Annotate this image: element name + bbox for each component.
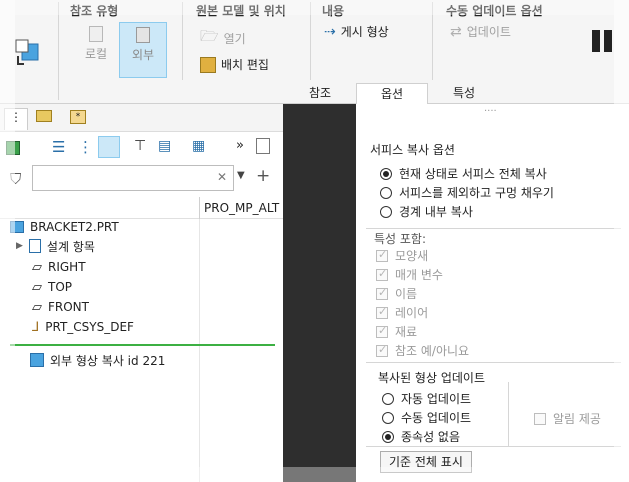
include-material[interactable]: 재료 [376, 323, 417, 340]
tree-filter-icon[interactable]: ⊤ [134, 138, 146, 154]
folder-browser-tab[interactable] [36, 110, 56, 126]
copy-geometry-icon[interactable] [12, 36, 44, 68]
checkbox[interactable] [376, 286, 388, 300]
local-label: 로컬 [84, 47, 108, 61]
pause-button[interactable] [592, 30, 614, 52]
place-edit-icon [200, 56, 216, 73]
include-parameters[interactable]: 매개 변수 [376, 266, 443, 283]
place-edit-label: 배치 편집 [221, 58, 269, 72]
tree-item-front[interactable]: ▱ FRONT [32, 297, 89, 317]
tree-toolbar: ☰ ⋮ ⊤ ▤ ▦ » [0, 134, 283, 162]
tab-properties[interactable]: 특성 [430, 83, 498, 104]
ribbon: 참조 유형 로컬 외부 원본 모델 및 위치 🗁 열기 배치 편집 내용 ⇢ 게… [0, 0, 629, 104]
tab-references[interactable]: 참조 [286, 83, 354, 104]
frame-overlay [614, 0, 629, 482]
tree-item-right[interactable]: ▱ RIGHT [32, 257, 86, 277]
tree-item-design-items[interactable]: ▶ 설계 항목 [16, 236, 95, 256]
local-icon [89, 26, 103, 42]
update-label: 업데이트 [466, 25, 511, 39]
include-layer[interactable]: 레이어 [376, 304, 428, 321]
star-folder-icon: * [70, 110, 86, 124]
filter-list-icon[interactable]: ⋮ [78, 138, 93, 156]
external-copy-geometry-icon [30, 353, 44, 367]
properties-icon[interactable]: ▦ [192, 138, 205, 154]
column-header-pro-mp-alt[interactable]: PRO_MP_ALT [204, 201, 279, 215]
tree-search-box[interactable]: ✕ [32, 165, 234, 191]
radio-button[interactable] [380, 205, 392, 218]
external-icon [136, 27, 150, 43]
frame-overlay [15, 0, 614, 15]
list-icon [28, 239, 41, 253]
place-edit-button[interactable]: 배치 편집 [200, 56, 269, 73]
external-label: 외부 [131, 48, 155, 62]
local-button[interactable]: 로컬 [74, 22, 118, 78]
folders-icon [36, 110, 52, 122]
copy-option-full[interactable]: 현재 상태로 서피스 전체 복사 [380, 165, 547, 182]
copy-options-title: 서피스 복사 옵션 [370, 143, 455, 157]
tab-options[interactable]: 옵션 [356, 83, 428, 104]
graphics-window-strip [283, 104, 356, 482]
options-panel: ···· 서피스 복사 옵션 현재 상태로 서피스 전체 복사 서피스를 제외하… [356, 104, 629, 482]
publish-geometry-icon: ⇢ [324, 23, 336, 40]
insert-here-line[interactable] [10, 344, 275, 346]
coordinate-system-icon: ⅃ [32, 319, 40, 335]
external-button[interactable]: 외부 [119, 22, 167, 78]
document-icon[interactable] [256, 138, 270, 154]
radio-button[interactable] [382, 392, 394, 405]
resize-handle[interactable]: ···· [484, 106, 497, 117]
tree-item-root[interactable]: BRACKET2.PRT [10, 217, 119, 237]
update-title: 복사된 형상 업데이트 [378, 371, 485, 385]
checkbox[interactable] [376, 248, 388, 262]
list-view-icon[interactable]: ☰ [52, 138, 65, 156]
datum-plane-icon: ▱ [32, 259, 42, 275]
copy-option-inside-boundary[interactable]: 경계 내부 복사 [380, 203, 473, 220]
checkbox[interactable] [376, 343, 388, 357]
include-name[interactable]: 이름 [376, 285, 417, 302]
update-button[interactable]: ⇄ 업데이트 [450, 23, 511, 40]
folder-open-icon: 🗁 [200, 27, 219, 45]
favorites-tab[interactable]: * [70, 110, 90, 126]
checkbox[interactable] [376, 267, 388, 281]
notify-checkbox[interactable]: 알림 제공 [534, 410, 601, 427]
tree-tabs-row: ⋮ * [0, 104, 283, 132]
copy-option-fill-holes[interactable]: 서피스를 제외하고 구멍 채우기 [380, 184, 554, 201]
checkbox[interactable] [534, 412, 546, 425]
tree-search-input[interactable] [37, 167, 212, 189]
include-title: 특성 포함: [374, 232, 427, 246]
radio-button[interactable] [382, 430, 394, 443]
update-option-manual[interactable]: 수동 업데이트 [382, 409, 471, 426]
publish-geometry-button[interactable]: ⇢ 게시 형상 [324, 23, 389, 40]
checkbox[interactable] [376, 324, 388, 338]
publish-geometry-label: 게시 형상 [340, 25, 389, 39]
radio-button[interactable] [380, 167, 392, 180]
open-label: 열기 [223, 32, 246, 46]
datum-plane-icon: ▱ [32, 299, 42, 315]
open-button[interactable]: 🗁 열기 [200, 26, 246, 51]
tree-item-csys[interactable]: ⅃ PRT_CSYS_DEF [32, 317, 134, 337]
frame-overlay [15, 467, 614, 482]
include-appearance[interactable]: 모양새 [376, 247, 428, 264]
update-option-auto[interactable]: 자동 업데이트 [382, 390, 471, 407]
datum-plane-icon: ▱ [32, 279, 42, 295]
columns-settings-icon[interactable]: ▤ [158, 138, 171, 154]
add-icon[interactable]: + [256, 166, 270, 186]
radio-button[interactable] [380, 186, 392, 199]
model-tree-pane: ⋮ * ☰ ⋮ ⊤ ▤ ▦ » ⛉ ✕ ▼ + PRO_MP_ALT BRACK… [0, 104, 283, 482]
checkbox[interactable] [376, 305, 388, 319]
frame-overlay [0, 0, 15, 482]
radio-button[interactable] [382, 411, 394, 424]
more-chevron-icon[interactable]: » [236, 138, 244, 153]
dropdown-arrow-icon[interactable]: ▼ [237, 170, 245, 181]
include-reference-yes-no[interactable]: 참조 예/아니요 [376, 342, 469, 359]
expand-arrow-icon[interactable]: ▶ [16, 241, 23, 251]
clear-icon[interactable]: ✕ [217, 170, 227, 184]
tree-item-external-copy[interactable]: 외부 형상 복사 id 221 [30, 350, 165, 370]
refresh-icon: ⇄ [450, 23, 462, 40]
tree-header-row: PRO_MP_ALT [0, 197, 283, 219]
update-option-no-dependency[interactable]: 종속성 없음 [382, 428, 460, 445]
columns-icon[interactable] [98, 136, 120, 158]
pause-icon [592, 30, 600, 52]
tree-item-top[interactable]: ▱ TOP [32, 277, 72, 297]
